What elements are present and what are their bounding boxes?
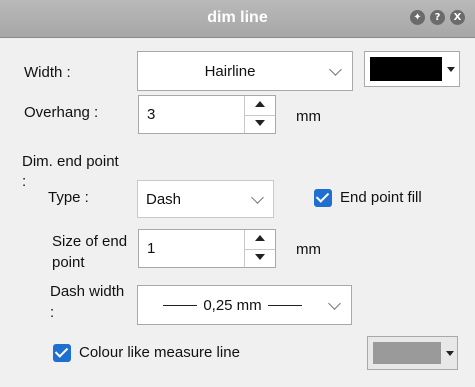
width-color-swatch xyxy=(370,57,442,81)
arrow-up-icon xyxy=(255,101,265,107)
overhang-spinbox[interactable]: 3 xyxy=(138,95,276,134)
overhang-unit: mm xyxy=(296,108,321,125)
size-spinbox[interactable]: 1 xyxy=(138,229,276,268)
pin-icon[interactable]: ✦ xyxy=(410,10,425,25)
end-point-section-label: Dim. end point : xyxy=(22,153,119,190)
type-select-value: Dash xyxy=(146,190,182,208)
arrow-down-icon xyxy=(255,253,265,260)
colour-like-checkbox[interactable] xyxy=(53,344,71,362)
chevron-down-icon xyxy=(251,191,264,204)
width-select[interactable]: Hairline xyxy=(137,51,353,91)
size-value: 1 xyxy=(147,240,156,257)
line-sample-left xyxy=(163,304,198,306)
help-icon[interactable]: ? xyxy=(430,10,445,25)
title-bar: dim line ✦ ? X xyxy=(0,0,475,38)
increment-button[interactable] xyxy=(245,96,275,116)
colour-like-swatch xyxy=(373,342,441,364)
width-color-picker[interactable] xyxy=(364,51,460,87)
overhang-stepper[interactable] xyxy=(244,96,275,133)
dash-width-display: 0,25 mm xyxy=(144,286,321,324)
chevron-down-icon xyxy=(328,297,341,310)
overhang-label: Overhang : xyxy=(24,104,99,121)
width-select-value: Hairline xyxy=(204,62,256,80)
dash-width-label: Dash width : xyxy=(50,283,125,321)
decrement-button[interactable] xyxy=(245,115,275,134)
arrow-down-icon xyxy=(255,119,265,126)
overhang-value: 3 xyxy=(147,106,156,123)
colour-like-color-picker[interactable] xyxy=(367,336,458,370)
close-icon[interactable]: X xyxy=(450,10,465,25)
width-label: Width : xyxy=(24,64,71,81)
dropdown-arrow-icon xyxy=(447,67,455,72)
dash-width-value: 0,25 mm xyxy=(203,296,262,314)
window-title: dim line xyxy=(207,9,268,26)
decrement-button[interactable] xyxy=(245,249,275,268)
line-sample-right xyxy=(267,304,302,306)
end-point-fill-checkbox[interactable] xyxy=(314,189,332,207)
size-of-end-point-label: Size of end point xyxy=(52,233,128,271)
type-label: Type : xyxy=(48,189,89,206)
dash-width-select[interactable]: 0,25 mm xyxy=(137,285,352,325)
colour-like-label[interactable]: Colour like measure line xyxy=(79,344,240,361)
chevron-down-icon xyxy=(329,63,342,76)
increment-button[interactable] xyxy=(245,230,275,250)
arrow-up-icon xyxy=(255,235,265,241)
size-stepper[interactable] xyxy=(244,230,275,267)
dropdown-arrow-icon xyxy=(446,351,454,356)
type-select[interactable]: Dash xyxy=(137,180,274,218)
size-unit: mm xyxy=(296,241,321,258)
end-point-fill-label[interactable]: End point fill xyxy=(340,189,422,206)
